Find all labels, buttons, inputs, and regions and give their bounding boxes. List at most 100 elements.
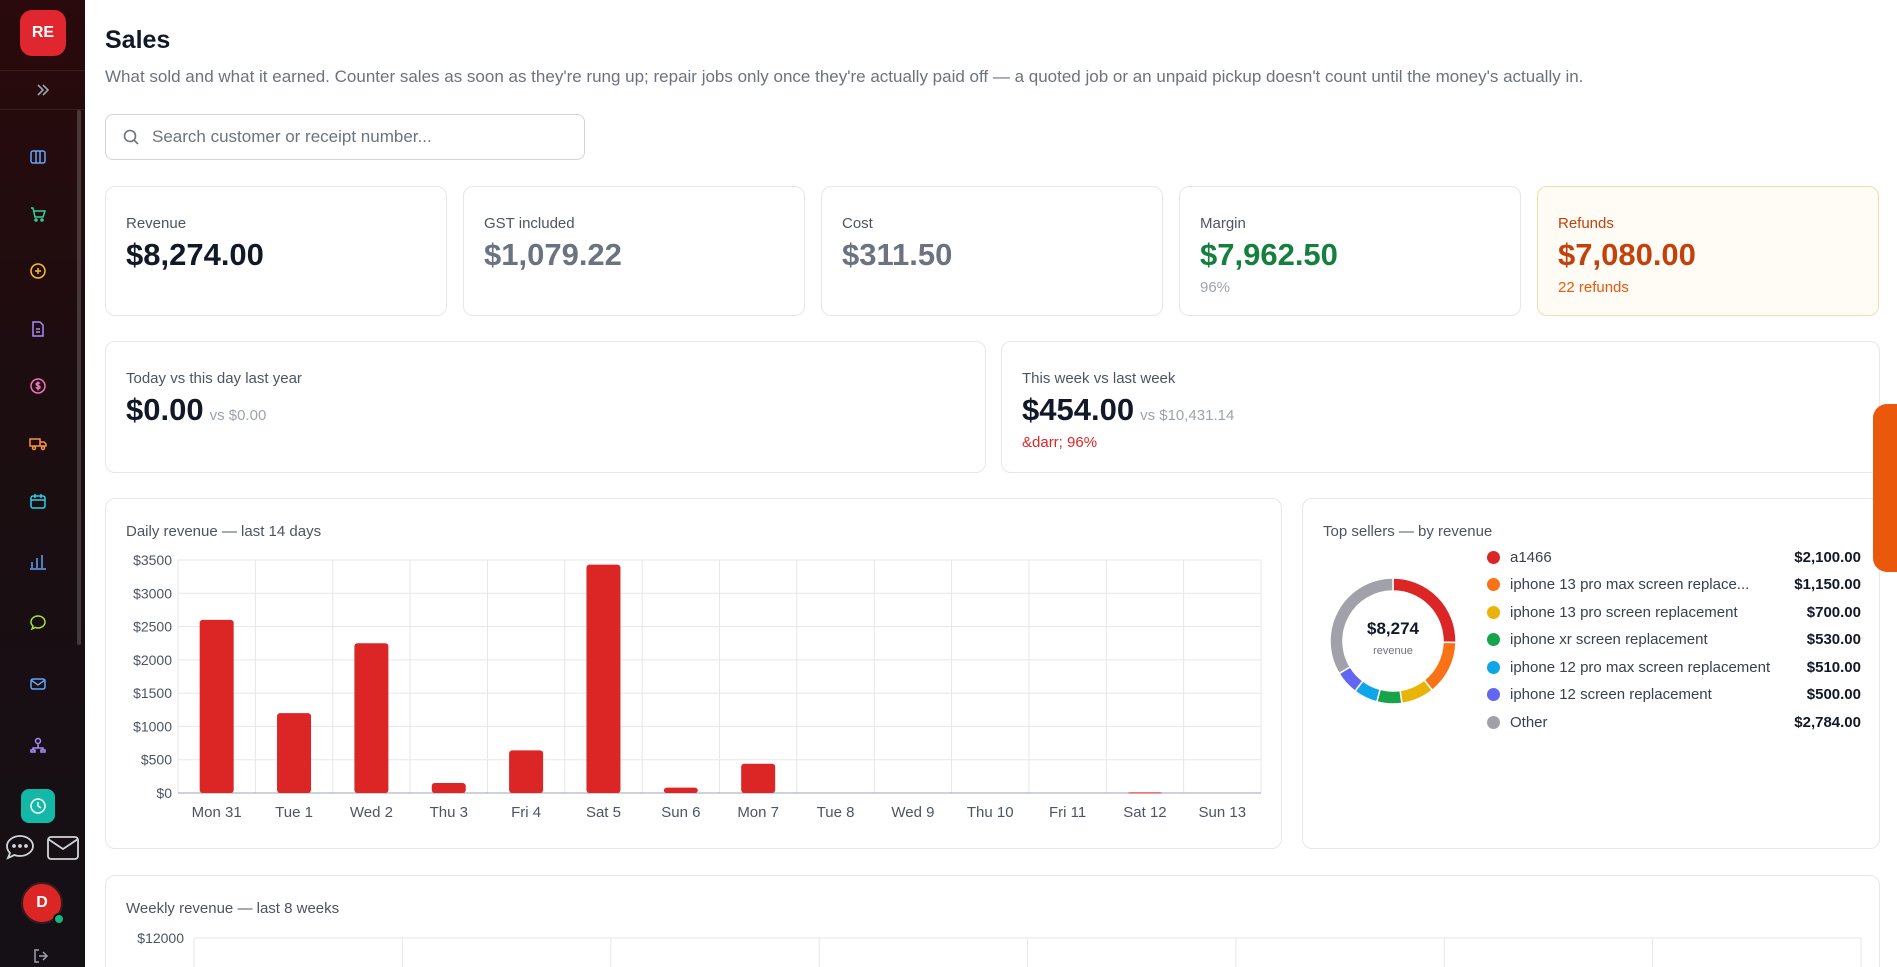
today-value: $0.00 <box>126 392 204 427</box>
margin-percent: 96% <box>1200 279 1231 296</box>
revenue-bar[interactable] <box>1127 792 1162 794</box>
revenue-bar[interactable] <box>509 750 544 793</box>
search-input[interactable] <box>152 127 572 147</box>
revenue-bar[interactable] <box>741 763 776 793</box>
legend-value: $510.00 <box>1806 658 1861 676</box>
refunds-count: 22 refunds <box>1558 279 1629 296</box>
bar-chart-icon <box>30 555 46 570</box>
search-icon <box>123 129 139 145</box>
legend-dot <box>1487 578 1500 591</box>
legend-item: a1466 $2,100.00 <box>1487 547 1861 567</box>
cost-value: $311.50 <box>842 237 953 272</box>
page-title: Sales <box>105 26 171 54</box>
donut-slice[interactable] <box>1375 688 1403 705</box>
donut-center-label: revenue <box>1373 645 1413 657</box>
legend-name: a1466 <box>1510 548 1552 566</box>
chevrons-right-icon <box>36 84 49 96</box>
y-tick-label: $12000 <box>137 930 184 946</box>
sidebar-item-mail[interactable] <box>21 667 55 701</box>
donut-slice[interactable] <box>1399 679 1434 705</box>
refunds-card: Refunds $7,080.00 22 refunds <box>1537 186 1879 316</box>
x-tick-label: Mon 31 <box>192 804 242 821</box>
legend-dot <box>1487 688 1500 701</box>
sidebar-item-board[interactable] <box>21 140 55 174</box>
daily-revenue-chart: $0 $500 $1000 $1500 $2000 $2500 $3000 $3500 Mon … <box>133 552 1262 821</box>
sidebar-item-new[interactable] <box>21 254 55 288</box>
legend-dot <box>1487 605 1500 619</box>
legend-value: $530.00 <box>1806 631 1861 648</box>
revenue-bar[interactable] <box>354 643 389 793</box>
x-tick-label: Sun 13 <box>1199 804 1247 821</box>
legend-name: iphone xr screen replacement <box>1510 631 1708 648</box>
legend-item: iphone 12 screen replacement $500.00 <box>1487 685 1861 705</box>
x-tick-label: Wed 9 <box>891 804 934 821</box>
sidebar-item-chat[interactable] <box>21 606 55 640</box>
x-tick-label: Mon 7 <box>737 804 779 821</box>
weekly-revenue-chart: $12000 <box>137 930 1862 967</box>
sidebar-item-shipping[interactable] <box>21 426 55 460</box>
sidebar-item-pos[interactable] <box>21 197 55 231</box>
y-tick-label: $0 <box>156 785 172 801</box>
x-tick-label: Thu 10 <box>967 804 1014 821</box>
sidebar-item-sales[interactable] <box>21 789 55 823</box>
y-tick-label: $500 <box>141 752 172 768</box>
week-value: $454.00 <box>1022 392 1135 427</box>
revenue-bar[interactable] <box>431 783 466 793</box>
today-label: Today vs this day last year <box>126 370 302 387</box>
legend-dot <box>1487 660 1500 674</box>
y-tick-label: $3500 <box>133 552 172 568</box>
y-tick-label: $2000 <box>133 652 172 668</box>
cost-card: Cost $311.50 <box>821 186 1163 316</box>
today-value-row: $0.00 vs $0.00 <box>126 392 266 428</box>
legend-item: iphone xr screen replacement $530.00 <box>1487 630 1861 650</box>
sidebar-item-documents[interactable] <box>21 312 55 346</box>
chat-bubble-icon[interactable] <box>4 833 36 863</box>
margin-label: Margin <box>1200 215 1246 232</box>
document-icon <box>32 321 44 337</box>
sidebar-item-reports[interactable] <box>21 545 55 579</box>
today-vs: vs $0.00 <box>209 407 267 424</box>
top-sellers-title: Top sellers — by revenue <box>1323 523 1493 540</box>
week-change: &darr; 96% <box>1022 434 1098 451</box>
weekly-revenue-card: Weekly revenue — last 8 weeks $12000 <box>105 875 1880 967</box>
chat-icon <box>30 615 46 631</box>
calendar-icon <box>30 494 46 509</box>
dollar-icon <box>30 378 46 394</box>
search-box[interactable] <box>105 114 585 160</box>
revenue-label: Revenue <box>126 215 187 232</box>
sidebar-item-calendar[interactable] <box>21 484 55 518</box>
revenue-card: Revenue $8,274.00 <box>105 186 447 316</box>
revenue-bar[interactable] <box>277 713 312 793</box>
envelope-icon[interactable] <box>46 833 80 863</box>
margin-value: $7,962.50 <box>1200 237 1338 272</box>
floating-side-tab[interactable] <box>1873 404 1897 572</box>
legend-value: $1,150.00 <box>1794 576 1861 593</box>
top-sellers-card: Top sellers — by revenue $8,274 revenue … <box>1302 498 1880 849</box>
revenue-bar[interactable] <box>586 564 621 793</box>
x-tick-label: Sat 5 <box>586 804 621 821</box>
today-comparison-card: Today vs this day last year $0.00 vs $0.0… <box>105 341 986 473</box>
weekly-revenue-title: Weekly revenue — last 8 weeks <box>126 900 340 917</box>
revenue-bar[interactable] <box>199 619 234 793</box>
expand-sidebar-button[interactable] <box>0 70 85 110</box>
y-tick-label: $1500 <box>133 685 172 701</box>
top-sellers-legend: a1466 $2,100.00 iphone 13 pro max screen r… <box>1487 547 1861 747</box>
revenue-bar[interactable] <box>663 787 698 793</box>
plus-circle-icon <box>30 263 46 279</box>
cart-icon <box>31 207 47 222</box>
x-tick-label: Sat 12 <box>1123 804 1166 821</box>
y-tick-label: $3000 <box>133 585 172 601</box>
sidebar-item-payments[interactable] <box>21 369 55 403</box>
revenue-value: $8,274.00 <box>126 237 264 272</box>
x-tick-label: Thu 3 <box>430 804 468 821</box>
mail-icon <box>30 678 46 690</box>
logout-icon[interactable] <box>32 947 50 965</box>
sidebar-scrollbar[interactable] <box>77 110 81 645</box>
week-comparison-card: This week vs last week $454.00 vs $10,431… <box>1001 341 1880 473</box>
legend-item: iphone 13 pro screen replacement $700.00 <box>1487 602 1861 622</box>
gst-card: GST included $1,079.22 <box>463 186 805 316</box>
y-tick-label: $2500 <box>133 619 172 635</box>
top-sellers-donut <box>1329 577 1457 705</box>
sidebar-item-team[interactable] <box>21 728 55 762</box>
app-logo[interactable]: RE <box>20 10 66 56</box>
